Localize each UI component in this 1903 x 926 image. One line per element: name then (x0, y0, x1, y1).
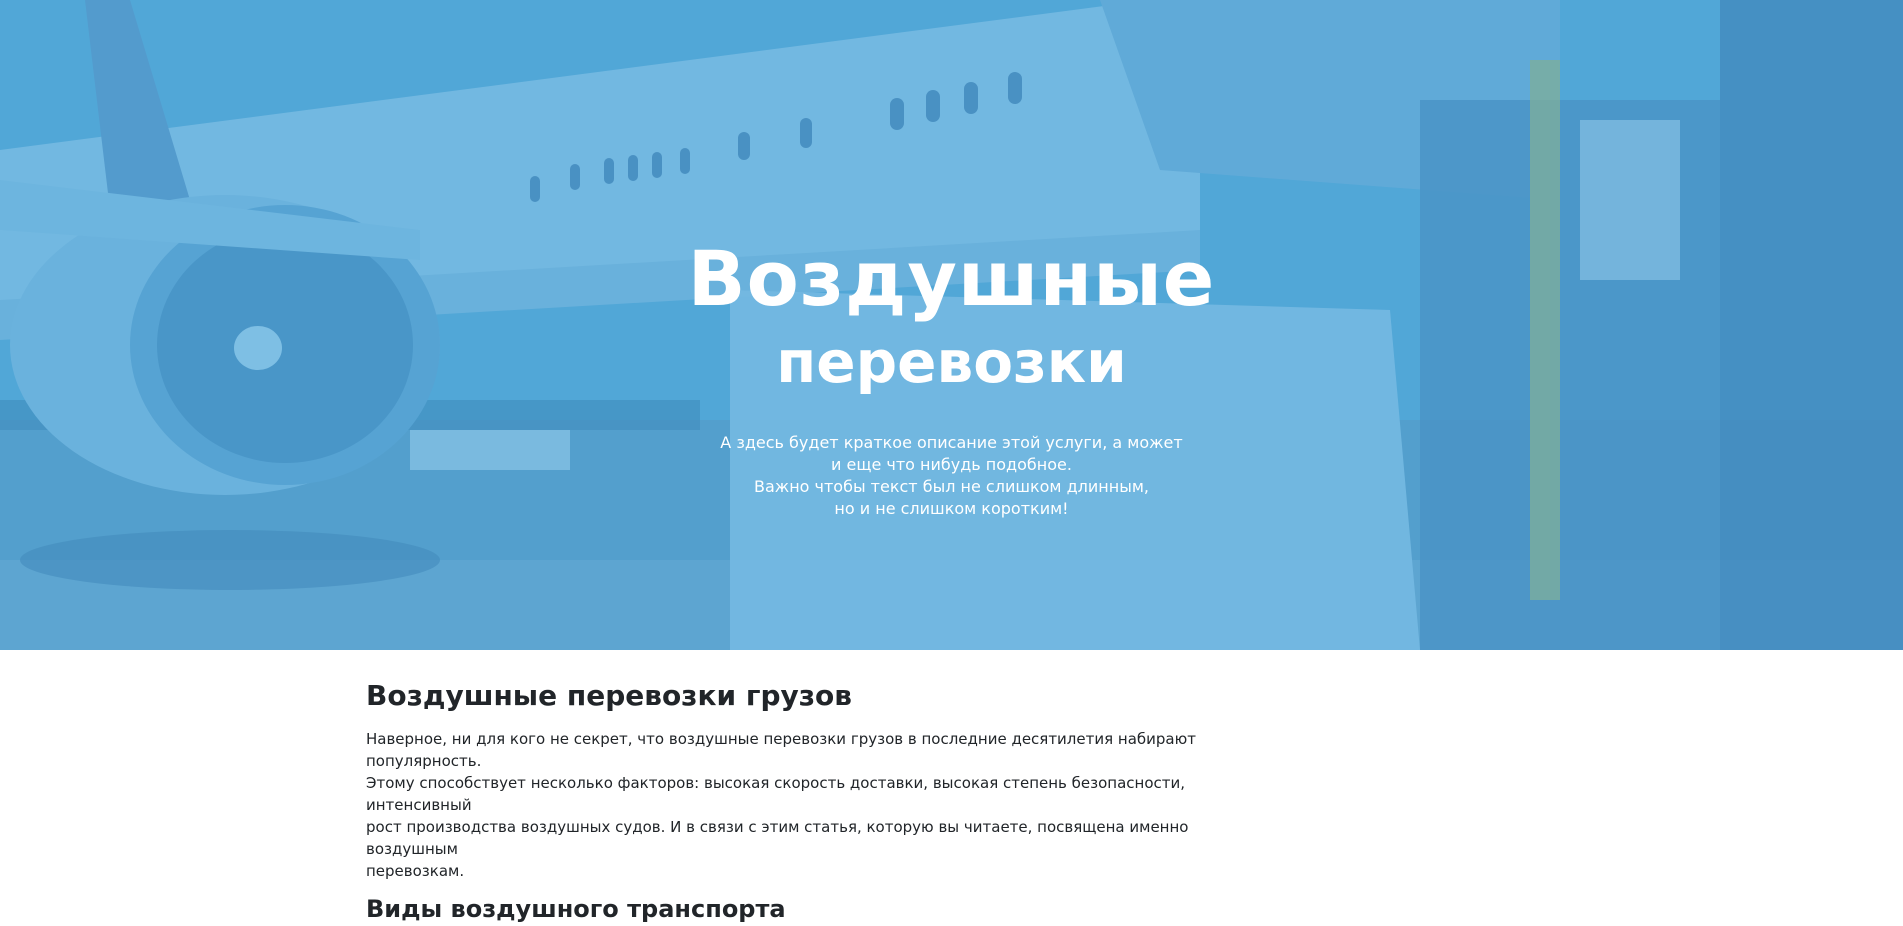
article-intro-line: перевозкам. (366, 862, 465, 880)
hero-content: Воздушные перевозки А здесь будет кратко… (0, 232, 1903, 520)
hero-title: Воздушные (687, 234, 1216, 323)
article-intro-line: рост производства воздушных судов. И в с… (366, 818, 1189, 858)
article-intro: Наверное, ни для кого не секрет, что воз… (366, 728, 1246, 882)
article-content: Воздушные перевозки грузов Наверное, ни … (366, 676, 1246, 926)
hero-subtitle: перевозки (776, 328, 1127, 396)
article-heading: Воздушные перевозки грузов (366, 679, 852, 712)
hero-description-line: и еще что нибудь подобное. (831, 455, 1072, 474)
hero-description: А здесь будет краткое описание этой услу… (0, 432, 1903, 520)
hero-description-line: А здесь будет краткое описание этой услу… (720, 433, 1183, 452)
article-intro-line: Этому способствует несколько факторов: в… (366, 774, 1186, 814)
article-intro-line: Наверное, ни для кого не секрет, что воз… (366, 730, 1196, 770)
hero-description-line: Важно чтобы текст был не слишком длинным… (754, 477, 1149, 496)
hero-description-line: но и не слишком коротким! (834, 499, 1069, 518)
article-subheading: Виды воздушного транспорта (366, 895, 786, 923)
hero-banner: Воздушные перевозки А здесь будет кратко… (0, 0, 1903, 650)
